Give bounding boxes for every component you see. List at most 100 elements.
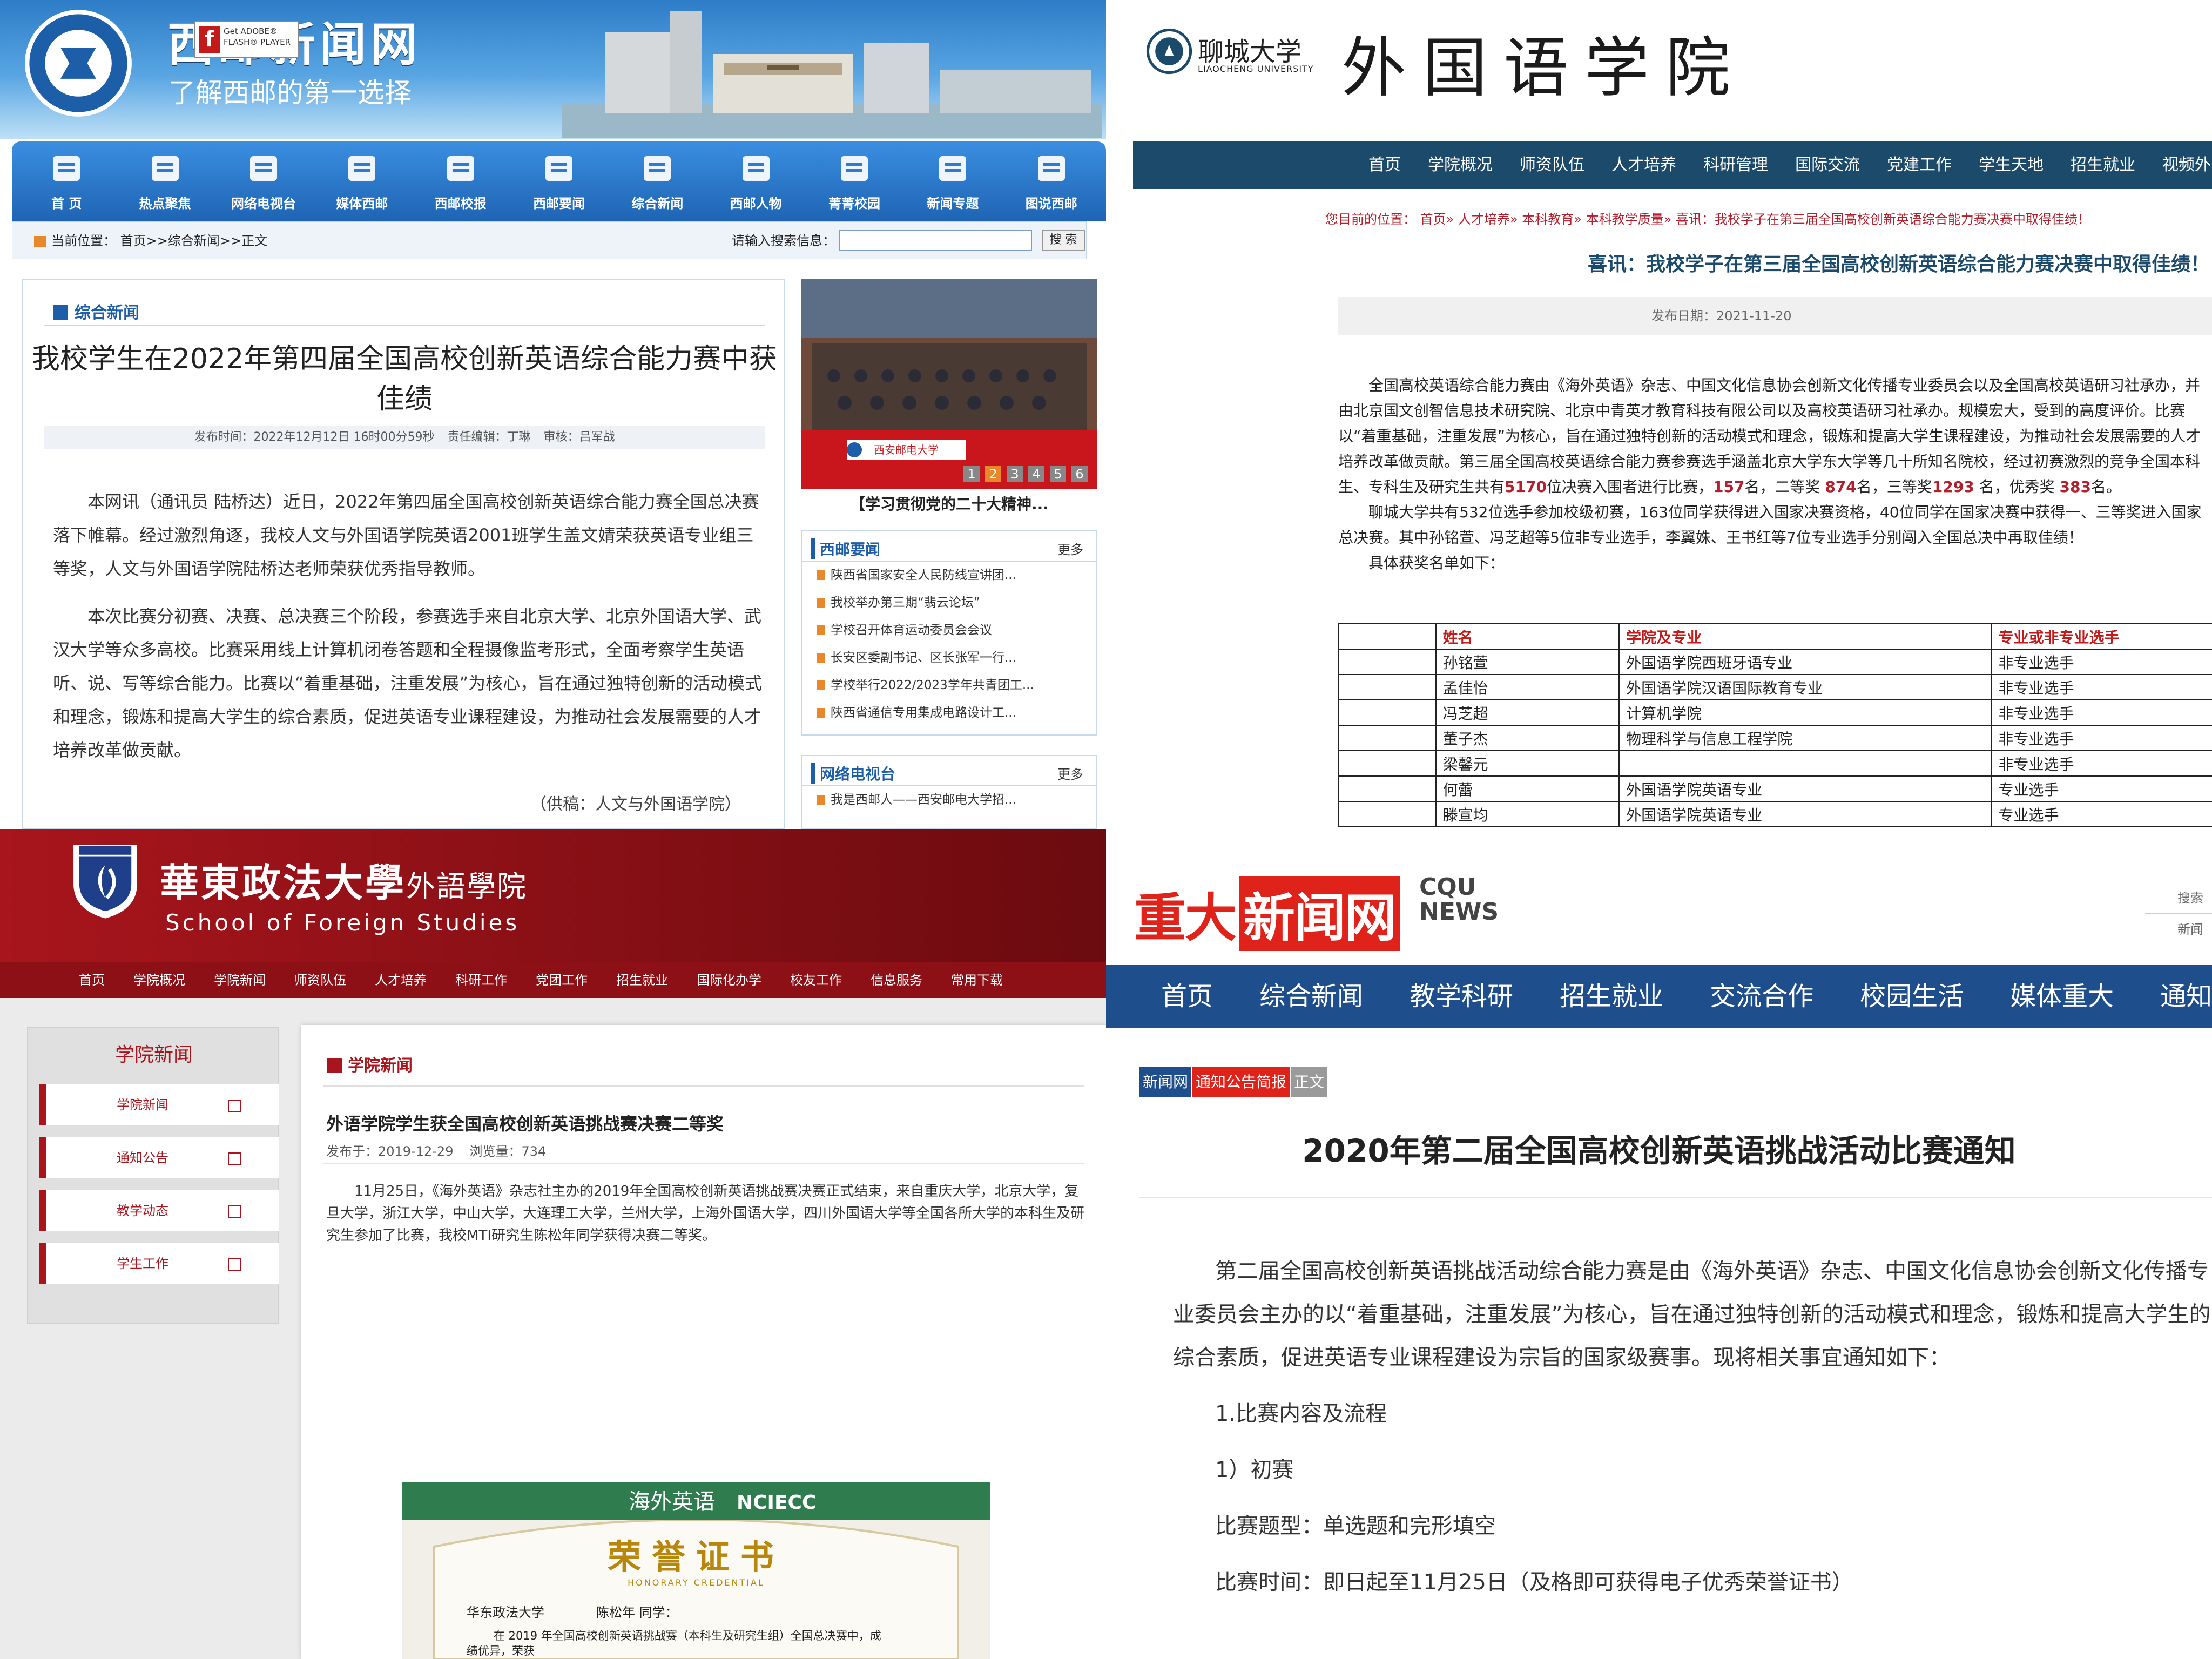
- search-input[interactable]: [839, 230, 1032, 251]
- table-cell: 非专业选手: [1991, 725, 2212, 751]
- site-logo[interactable]: 重大 新闻网: [1134, 876, 1400, 951]
- breadcrumb-item[interactable]: 正文: [1291, 1067, 1328, 1097]
- nav-item[interactable]: 信息服务: [871, 962, 922, 998]
- article-paragraph: 全国高校英语综合能力赛由《海外英语》杂志、中国文化信息协会创新文化传播专业委员会…: [1338, 373, 2212, 500]
- nav-item[interactable]: 校园生活: [1860, 965, 1964, 1028]
- nav-item[interactable]: 综合新闻: [1259, 965, 1363, 1028]
- nav-item[interactable]: 视频外院: [2162, 141, 2212, 189]
- nav-item[interactable]: 教学科研: [1410, 965, 1513, 1028]
- news-list-item[interactable]: 学校召开体育运动委员会会议: [802, 617, 1096, 644]
- news-slideshow[interactable]: 西安邮电大学 123456: [801, 279, 1097, 489]
- breadcrumb[interactable]: 当前位置： 首页>>综合新闻>>正文: [51, 233, 267, 248]
- divider: [1139, 1197, 2212, 1198]
- nav-item-0[interactable]: 首 页: [17, 141, 116, 221]
- nav-item[interactable]: 学院新闻: [214, 962, 266, 998]
- news-list-item[interactable]: 陕西省国家安全人民防线宣讲团...: [802, 562, 1096, 589]
- nav-label: 媒体西邮: [336, 195, 388, 211]
- side-menu-item[interactable]: 通知公告: [39, 1137, 279, 1178]
- cqu-text: CQU: [1419, 873, 1476, 901]
- news-list-item[interactable]: 陕西省通信专用集成电路设计工...: [802, 699, 1096, 727]
- nav-item[interactable]: 师资队伍: [294, 962, 346, 998]
- nav-item-8[interactable]: 菁菁校园: [805, 141, 903, 221]
- nav-item-7[interactable]: 西邮人物: [707, 141, 805, 221]
- nav-item[interactable]: 人才培养: [375, 962, 427, 998]
- nav-item-2[interactable]: 网络电视台: [214, 141, 313, 221]
- nav-item[interactable]: 师资队伍: [1520, 141, 1584, 189]
- side-menu-item[interactable]: 学生工作: [39, 1243, 279, 1284]
- nav-item[interactable]: 招生就业: [616, 962, 668, 998]
- photo-caption[interactable]: 【学习贯彻党的二十大精神...: [801, 493, 1097, 514]
- nav-item-6[interactable]: 综合新闻: [608, 141, 706, 221]
- article-body: 本网讯（通讯员 陆桥达）近日，2022年第四届全国高校创新英语综合能力赛全国总决…: [53, 485, 766, 781]
- more-link[interactable]: 更多: [1057, 764, 1083, 783]
- nav-item[interactable]: 交流合作: [1710, 965, 1813, 1028]
- nav-item[interactable]: 人才培养: [1611, 141, 1676, 189]
- search-button[interactable]: 搜 索: [1042, 230, 1085, 251]
- logo-part-1: 重大: [1134, 888, 1237, 948]
- article-item: 1.比赛内容及流程: [1215, 1401, 1387, 1426]
- tv-box: 网络电视台 更多 我是西邮人——西安邮电大学招...: [801, 755, 1097, 830]
- nav-item-4[interactable]: 西邮校报: [411, 141, 509, 221]
- more-link[interactable]: 更多: [1057, 539, 1083, 558]
- table-cell: 滕宣均: [1435, 801, 1620, 827]
- people-icon: [737, 152, 775, 185]
- category-label[interactable]: 学院新闻: [327, 1052, 413, 1076]
- main-nav: 首 页 热点聚焦 网络电视台 媒体西邮 西邮校报 西邮要闻 综合新闻 西邮人物 菁菁校园 新闻专题…: [12, 141, 1106, 221]
- breadcrumb-item[interactable]: 通知公告简报: [1192, 1067, 1290, 1097]
- nav-item-5[interactable]: 西邮要闻: [510, 141, 608, 221]
- news-list-item[interactable]: 长安区委副书记、区长张军一行...: [802, 644, 1096, 672]
- search-label: 请输入搜索信息：: [732, 233, 835, 248]
- text: 名，优秀奖: [1974, 478, 2060, 496]
- side-menu-item[interactable]: 学院新闻: [39, 1084, 279, 1125]
- nav-label: 图说西邮: [1025, 195, 1077, 211]
- nav-item[interactable]: 学生天地: [1979, 141, 2044, 189]
- nav-item-1[interactable]: 热点聚焦: [116, 141, 214, 221]
- certificate-brand2: NCIECC: [737, 1492, 816, 1514]
- nav-item[interactable]: 首页: [79, 962, 105, 998]
- article-body: 第二届全国高校创新英语挑战活动综合能力赛是由《海外英语》杂志、中国文化信息协会创…: [1173, 1250, 2212, 1604]
- nav-item[interactable]: 招生就业: [1560, 965, 1663, 1028]
- article-title: 喜讯：我校学子在第三届全国高校创新英语综合能力赛决赛中取得佳绩！: [1587, 253, 2210, 275]
- nav-item[interactable]: 媒体重大: [2010, 965, 2114, 1028]
- nav-item[interactable]: 常用下载: [951, 962, 1003, 998]
- text: 名，二等奖: [1744, 478, 1825, 496]
- nav-item-9[interactable]: 新闻专题: [903, 141, 1002, 221]
- nav-item[interactable]: 学院概况: [133, 962, 185, 998]
- nav-item[interactable]: 学院概况: [1428, 141, 1493, 189]
- nav-item[interactable]: 国际交流: [1795, 141, 1860, 189]
- table-row: 孙铭萱 外国语学院西班牙语专业 非专业选手: [1338, 649, 2212, 675]
- school-name[interactable]: 華東政法大學外語學院: [160, 851, 527, 908]
- article-title: 我校学生在2022年第四届全国高校创新英语综合能力赛中获佳绩: [31, 343, 778, 415]
- nav-item[interactable]: 党建工作: [1887, 141, 1952, 189]
- highlight: 1293: [1932, 478, 1974, 496]
- university-emblem-icon: [25, 10, 132, 117]
- nav-item[interactable]: 校友工作: [790, 962, 842, 998]
- nav-item-3[interactable]: 媒体西邮: [313, 141, 411, 221]
- news-list-item[interactable]: 学校举行2022/2023学年共青团工...: [802, 672, 1096, 699]
- college-name[interactable]: 外国语学院: [1341, 15, 1746, 109]
- campus-building-photo: [562, 11, 1102, 138]
- nav-item[interactable]: 科研管理: [1703, 141, 1768, 189]
- category-label[interactable]: 综合新闻: [53, 299, 139, 323]
- nav-item[interactable]: 党团工作: [536, 962, 588, 998]
- breadcrumb[interactable]: 您目前的位置： 首页» 人才培养» 本科教育» 本科教学质量» 喜讯：我校学子在…: [1325, 208, 2212, 227]
- box-title[interactable]: 网络电视台: [811, 763, 895, 784]
- nav-item[interactable]: 招生就业: [2071, 141, 2135, 189]
- search-input[interactable]: 搜索新闻: [2145, 882, 2212, 937]
- nav-item[interactable]: 国际化办学: [697, 962, 761, 998]
- flash-player-badge[interactable]: f Get ADOBE® FLASH® PLAYER: [194, 21, 299, 58]
- side-menu-item[interactable]: 教学动态: [39, 1190, 279, 1231]
- certificate-photo[interactable]: 海外英语 NCIECC 荣誉证书 HONORARY CREDENTIAL 华东政…: [402, 1482, 990, 1659]
- nav-item[interactable]: 通知: [2160, 965, 2212, 1028]
- nav-item[interactable]: 首页: [1368, 141, 1401, 189]
- table-cell: [1338, 674, 1437, 700]
- nav-item-10[interactable]: 图说西邮: [1002, 141, 1101, 221]
- news-list-item[interactable]: 我是西邮人——西安邮电大学招...: [802, 786, 1096, 814]
- news-list-item[interactable]: 我校举办第三期“翡云论坛”: [802, 589, 1096, 617]
- breadcrumb-item[interactable]: 新闻网: [1139, 1067, 1192, 1097]
- nav-item[interactable]: 首页: [1161, 965, 1213, 1028]
- publish-date: 发布于：2019-12-29: [326, 1144, 454, 1159]
- table-cell: 非专业选手: [1991, 699, 2212, 726]
- box-title[interactable]: 西邮要闻: [811, 538, 880, 559]
- nav-item[interactable]: 科研工作: [455, 962, 507, 998]
